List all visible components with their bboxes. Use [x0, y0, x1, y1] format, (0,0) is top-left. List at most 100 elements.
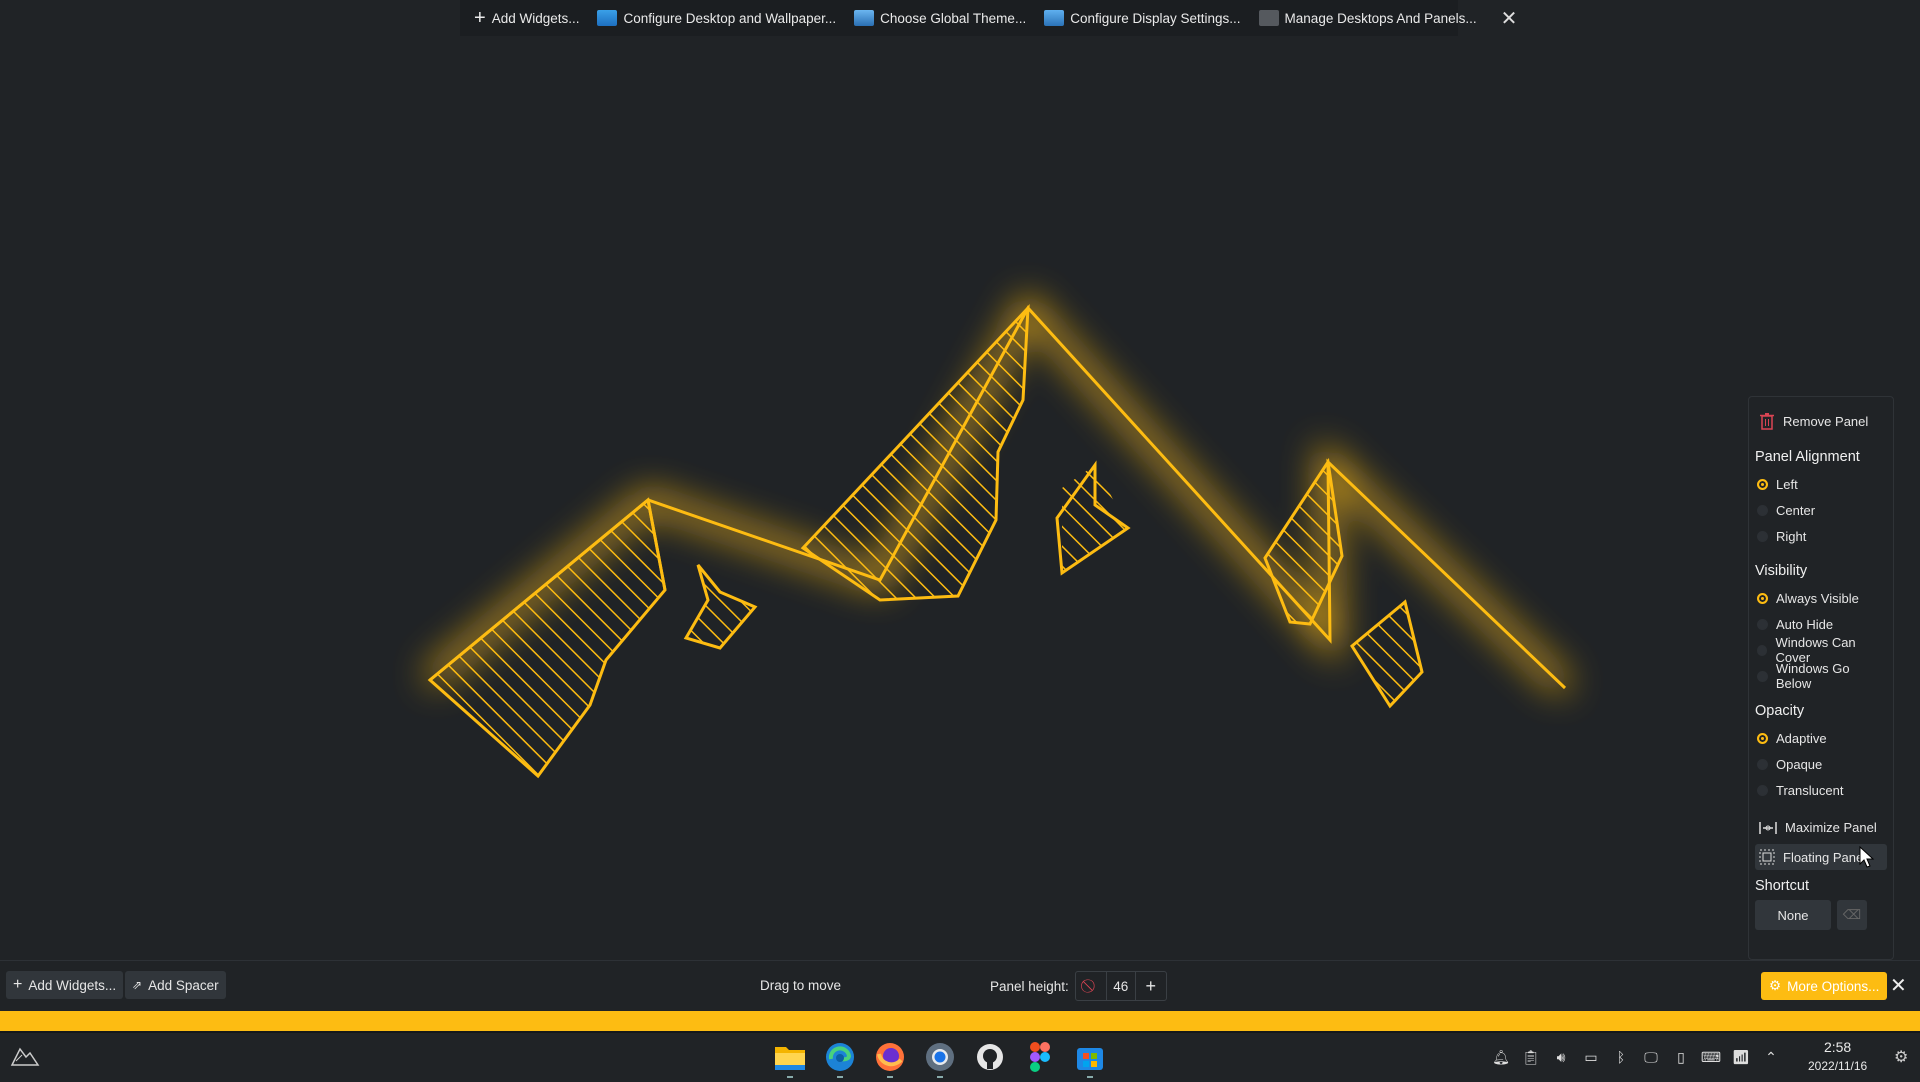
trash-icon: [1760, 413, 1774, 430]
panel-height-value[interactable]: 46: [1105, 972, 1136, 1000]
close-icon[interactable]: ✕: [1501, 6, 1518, 31]
notifications-icon[interactable]: 🔔︎: [1492, 1048, 1510, 1066]
radio-dot: [1757, 504, 1768, 516]
gear-icon: ⚙: [1769, 978, 1782, 993]
configure-desktop-button[interactable]: Configure Desktop and Wallpaper...: [597, 10, 836, 26]
digital-clock[interactable]: 2:58 2022/11/16: [1808, 1038, 1867, 1076]
github-icon[interactable]: [972, 1039, 1008, 1075]
plus-icon: +: [13, 976, 23, 993]
clear-shortcut-icon[interactable]: ⌫: [1837, 900, 1867, 930]
radio-dot: [1757, 732, 1768, 744]
drag-to-move-hint[interactable]: Drag to move: [760, 978, 841, 993]
panel-settings-gear-icon[interactable]: ⚙: [1894, 1047, 1908, 1067]
system-tray: 🔔︎ 📋︎ 🔊︎ ▭ ᛒ 🖵︎ ▯ ⌨ 📶︎ ⌃: [1492, 1048, 1780, 1066]
volume-icon[interactable]: 🔊︎: [1552, 1048, 1570, 1066]
add-widgets-panel-label: Add Widgets...: [28, 977, 117, 993]
visibility-auto-hide-radio[interactable]: Auto Hide: [1755, 611, 1887, 637]
alignment-left-radio[interactable]: Left: [1755, 471, 1887, 497]
phone-connect-icon[interactable]: ▯: [1672, 1048, 1690, 1066]
keyboard-icon[interactable]: ⌨: [1701, 1048, 1721, 1066]
radio-dot: [1757, 530, 1768, 542]
global-theme-button[interactable]: Choose Global Theme...: [854, 10, 1026, 26]
maximize-icon: [1759, 821, 1777, 834]
floating-panel-button[interactable]: Floating Panel: [1755, 844, 1887, 870]
wifi-icon[interactable]: 📶︎: [1732, 1048, 1750, 1066]
radio-label: Auto Hide: [1776, 616, 1834, 632]
desktop-edit-toolbar: + Add Widgets... Configure Desktop and W…: [460, 0, 1517, 36]
edge-icon[interactable]: [822, 1039, 858, 1078]
chromium-icon[interactable]: [922, 1039, 958, 1078]
visibility-windows-can-cover-radio[interactable]: Windows Can Cover: [1755, 635, 1887, 665]
radio-label: Opaque: [1776, 756, 1823, 772]
plus-icon: +: [474, 7, 486, 29]
display-icon: [1044, 10, 1065, 26]
radio-label: Right: [1776, 528, 1807, 544]
taskbar-panel: 🔔︎ 📋︎ 🔊︎ ▭ ᛒ 🖵︎ ▯ ⌨ 📶︎ ⌃ 2:58 2022/11/16…: [0, 1031, 1920, 1082]
opacity-heading: Opacity: [1755, 703, 1805, 719]
add-spacer-button[interactable]: ⇗ Add Spacer: [125, 971, 226, 999]
remove-panel-button[interactable]: Remove Panel: [1755, 407, 1887, 435]
panel-height-spinbox[interactable]: ⃠ 46 +: [1074, 971, 1167, 1001]
increase-height-icon[interactable]: +: [1136, 972, 1166, 1000]
radio-label: Always Visible: [1776, 590, 1859, 606]
add-spacer-label: Add Spacer: [148, 977, 219, 993]
radio-label: Translucent: [1776, 782, 1844, 798]
theme-icon: [854, 10, 875, 26]
display-settings-label: Configure Display Settings...: [1070, 10, 1241, 26]
wallpaper-icon: [597, 10, 618, 26]
alignment-center-radio[interactable]: Center: [1755, 497, 1887, 523]
radio-label: Adaptive: [1776, 730, 1827, 746]
display-config-icon[interactable]: 🖵︎: [1642, 1048, 1660, 1066]
maximize-panel-button[interactable]: Maximize Panel: [1755, 815, 1887, 840]
radio-label: Windows Go Below: [1775, 661, 1850, 691]
global-theme-label: Choose Global Theme...: [880, 10, 1027, 26]
reset-height-icon[interactable]: ⃠: [1076, 972, 1106, 1000]
file-manager-icon[interactable]: [772, 1039, 808, 1078]
app-launcher-icon[interactable]: [10, 1045, 40, 1067]
clock-time: 2:58: [1823, 1039, 1852, 1055]
chevron-up-icon[interactable]: ⌃: [1762, 1048, 1780, 1066]
mouse-cursor-icon: [1859, 846, 1875, 868]
figma-icon[interactable]: [1022, 1039, 1058, 1075]
remove-panel-label: Remove Panel: [1783, 413, 1869, 429]
floating-panel-label: Floating Panel: [1783, 849, 1867, 865]
add-widgets-panel-button[interactable]: + Add Widgets...: [6, 971, 124, 999]
opacity-opaque-radio[interactable]: Opaque: [1755, 751, 1887, 777]
radio-label: Left: [1776, 476, 1798, 492]
shortcut-button[interactable]: None: [1755, 900, 1831, 930]
radio-dot: [1757, 592, 1768, 604]
visibility-always-visible-radio[interactable]: Always Visible: [1755, 585, 1887, 611]
opacity-translucent-radio[interactable]: Translucent: [1755, 777, 1887, 803]
more-options-button[interactable]: ⚙ More Options...: [1761, 972, 1888, 1000]
maximize-panel-label: Maximize Panel: [1785, 820, 1877, 835]
spacer-icon: ⇗: [132, 978, 143, 992]
shortcut-row: None ⌫: [1755, 900, 1887, 930]
wallpaper: [424, 292, 1572, 779]
bluetooth-icon[interactable]: ᛒ: [1612, 1048, 1630, 1066]
opacity-adaptive-radio[interactable]: Adaptive: [1755, 725, 1887, 751]
visibility-windows-go-below-radio[interactable]: Windows Go Below: [1755, 661, 1887, 691]
floating-panel-icon: [1759, 849, 1775, 865]
manage-panels-button[interactable]: Manage Desktops And Panels...: [1258, 10, 1477, 26]
add-widgets-label: Add Widgets...: [491, 10, 580, 26]
clock-date: 2022/11/16: [1808, 1059, 1868, 1073]
clipboard-icon[interactable]: 📋︎: [1522, 1048, 1540, 1066]
panel-height-control: Panel height: ⃠ 46 +: [990, 971, 1167, 1001]
configure-desktop-label: Configure Desktop and Wallpaper...: [623, 10, 837, 26]
battery-icon[interactable]: ▭: [1582, 1048, 1600, 1066]
firefox-icon[interactable]: [872, 1039, 908, 1078]
display-settings-button[interactable]: Configure Display Settings...: [1044, 10, 1241, 26]
radio-dot: [1757, 758, 1768, 770]
store-icon[interactable]: [1072, 1039, 1108, 1078]
add-widgets-button[interactable]: + Add Widgets...: [474, 7, 580, 29]
alignment-right-radio[interactable]: Right: [1755, 523, 1887, 549]
more-options-label: More Options...: [1787, 978, 1880, 994]
panel-edit-bar: + Add Widgets... ⇗ Add Spacer Drag to mo…: [0, 960, 1920, 1011]
close-edit-mode-icon[interactable]: ✕: [1890, 973, 1907, 998]
visibility-heading: Visibility: [1755, 563, 1808, 579]
mountain-hatching: [430, 308, 1422, 776]
task-manager: [772, 1039, 1108, 1078]
panel-ruler[interactable]: [0, 1011, 1920, 1031]
radio-dot: [1757, 644, 1768, 656]
alignment-heading: Panel Alignment: [1755, 449, 1860, 465]
